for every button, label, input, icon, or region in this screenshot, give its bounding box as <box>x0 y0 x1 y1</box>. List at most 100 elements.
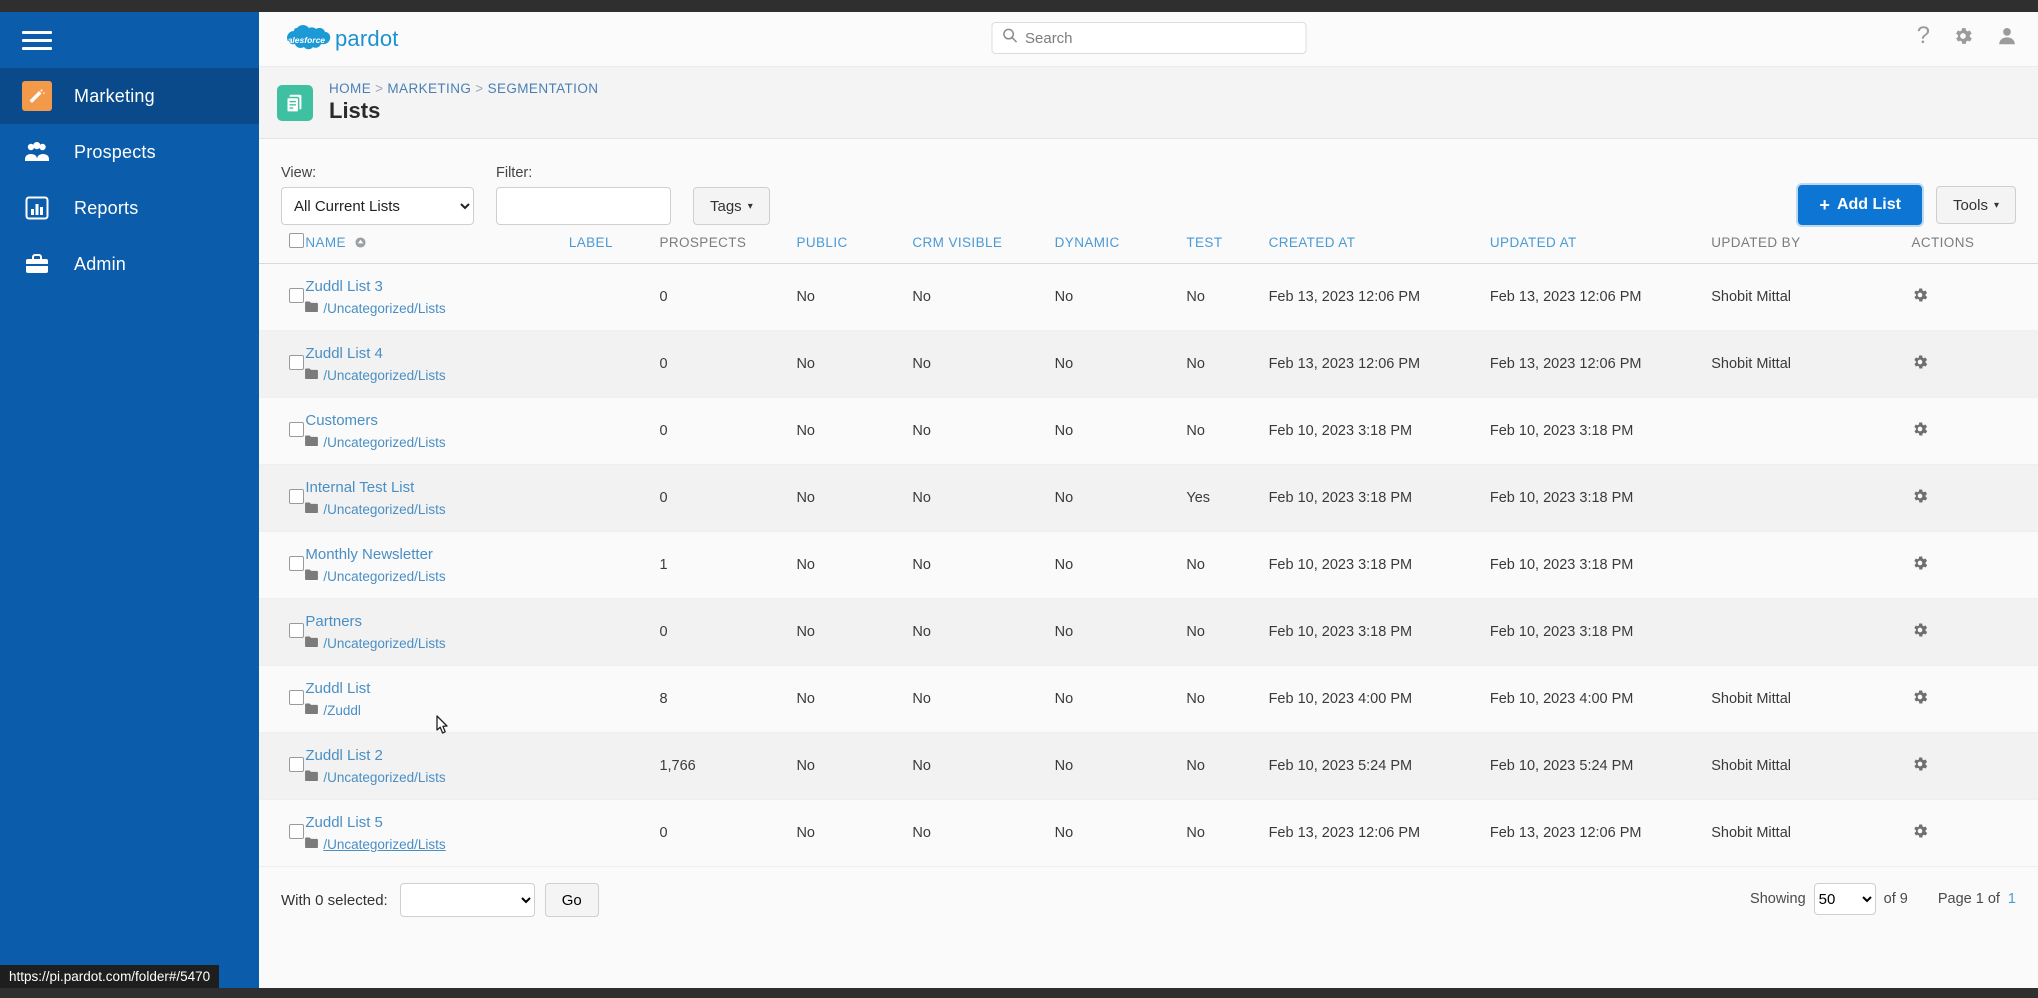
row-actions-gear-icon[interactable] <box>1911 688 1929 706</box>
page-size-select[interactable]: 50 <box>1814 883 1876 915</box>
sidebar-item-reports[interactable]: Reports <box>0 180 259 236</box>
column-header-label[interactable]: LABEL <box>569 225 660 264</box>
column-header-updated-at[interactable]: UPDATED AT <box>1490 225 1711 264</box>
row-actions-gear-icon[interactable] <box>1911 420 1929 438</box>
column-header-name[interactable]: NAME <box>305 225 568 264</box>
row-crm-visible-cell: No <box>912 331 1054 398</box>
folder-path-link[interactable]: /Uncategorized/Lists <box>323 435 445 450</box>
breadcrumb-home[interactable]: HOME <box>329 81 371 96</box>
tags-button[interactable]: Tags▾ <box>693 187 770 225</box>
table-row[interactable]: Customers/Uncategorized/Lists0NoNoNoNoFe… <box>259 398 2038 465</box>
sidebar-item-admin[interactable]: Admin <box>0 236 259 292</box>
list-name-link[interactable]: Zuddl List 3 <box>305 278 568 295</box>
table-row[interactable]: Zuddl List/Zuddl8NoNoNoNoFeb 10, 2023 4:… <box>259 666 2038 733</box>
folder-path-link[interactable]: /Uncategorized/Lists <box>323 502 445 517</box>
pardot-lists-page: Marketing Prospects <box>0 0 2038 998</box>
row-test-cell: No <box>1186 331 1268 398</box>
column-header-crm-visible[interactable]: CRM VISIBLE <box>912 225 1054 264</box>
row-actions-gear-icon[interactable] <box>1911 487 1929 505</box>
row-actions-gear-icon[interactable] <box>1911 755 1929 773</box>
row-checkbox[interactable] <box>289 489 304 504</box>
list-name-link[interactable]: Monthly Newsletter <box>305 546 568 563</box>
column-header-created-at[interactable]: CREATED AT <box>1269 225 1490 264</box>
folder-icon <box>305 434 318 450</box>
breadcrumb-segmentation[interactable]: SEGMENTATION <box>488 81 599 96</box>
list-name-link[interactable]: Internal Test List <box>305 479 568 496</box>
row-created-at-cell: Feb 10, 2023 3:18 PM <box>1269 532 1490 599</box>
list-name-link[interactable]: Zuddl List 5 <box>305 814 568 831</box>
folder-path-link[interactable]: /Uncategorized/Lists <box>323 837 445 852</box>
row-checkbox[interactable] <box>289 757 304 772</box>
table-row[interactable]: Zuddl List 5/Uncategorized/Lists0NoNoNoN… <box>259 800 2038 867</box>
row-actions-gear-icon[interactable] <box>1911 286 1929 304</box>
filter-input[interactable] <box>496 187 671 225</box>
chevron-down-icon: ▾ <box>748 201 753 212</box>
plus-icon: + <box>1819 195 1830 216</box>
row-checkbox[interactable] <box>289 690 304 705</box>
sidebar-item-marketing[interactable]: Marketing <box>0 68 259 124</box>
column-header-dynamic[interactable]: DYNAMIC <box>1055 225 1187 264</box>
row-updated-at-cell: Feb 10, 2023 5:24 PM <box>1490 733 1711 800</box>
help-icon[interactable]: ? <box>1917 24 1930 48</box>
row-name-cell: Zuddl List 5/Uncategorized/Lists <box>305 800 568 867</box>
folder-path-link[interactable]: /Uncategorized/Lists <box>323 569 445 584</box>
hamburger-menu-button[interactable] <box>0 12 259 68</box>
go-button[interactable]: Go <box>545 883 599 917</box>
column-header-test[interactable]: TEST <box>1186 225 1268 264</box>
page-total[interactable]: 1 <box>2008 891 2016 907</box>
folder-path-link[interactable]: /Uncategorized/Lists <box>323 301 445 316</box>
row-prospects-cell: 0 <box>659 599 796 666</box>
row-updated-by-cell: Shobit Mittal <box>1711 800 1911 867</box>
sidebar-item-prospects[interactable]: Prospects <box>0 124 259 180</box>
folder-path-link[interactable]: /Uncategorized/Lists <box>323 636 445 651</box>
list-name-link[interactable]: Zuddl List <box>305 680 568 697</box>
column-header-public[interactable]: PUBLIC <box>796 225 912 264</box>
row-updated-by-cell <box>1711 398 1911 465</box>
row-checkbox[interactable] <box>289 623 304 638</box>
row-actions-gear-icon[interactable] <box>1911 621 1929 639</box>
search-box[interactable] <box>991 22 1306 54</box>
breadcrumb-marketing[interactable]: MARKETING <box>387 81 471 96</box>
search-input[interactable] <box>1025 30 1295 47</box>
row-select-cell <box>259 800 305 867</box>
add-list-button[interactable]: + Add List <box>1798 185 1922 225</box>
table-row[interactable]: Zuddl List 2/Uncategorized/Lists1,766NoN… <box>259 733 2038 800</box>
select-all-checkbox[interactable] <box>289 233 304 248</box>
row-updated-at-cell: Feb 13, 2023 12:06 PM <box>1490 331 1711 398</box>
view-select[interactable]: All Current Lists <box>281 187 474 225</box>
folder-path: /Uncategorized/Lists <box>305 367 568 383</box>
tools-button-label: Tools <box>1953 197 1988 214</box>
folder-path-link[interactable]: /Uncategorized/Lists <box>323 368 445 383</box>
table-row[interactable]: Internal Test List/Uncategorized/Lists0N… <box>259 465 2038 532</box>
filter-control: Filter: <box>496 165 671 225</box>
add-list-label: Add List <box>1837 196 1901 214</box>
folder-path: /Uncategorized/Lists <box>305 568 568 584</box>
main-area: salesforce pardot ? <box>259 12 2038 988</box>
table-row[interactable]: Zuddl List 4/Uncategorized/Lists0NoNoNoN… <box>259 331 2038 398</box>
row-checkbox[interactable] <box>289 422 304 437</box>
list-name-link[interactable]: Partners <box>305 613 568 630</box>
row-updated-by-cell: Shobit Mittal <box>1711 331 1911 398</box>
sort-asc-icon <box>355 235 366 250</box>
row-checkbox[interactable] <box>289 355 304 370</box>
table-row[interactable]: Monthly Newsletter/Uncategorized/Lists1N… <box>259 532 2038 599</box>
tools-button[interactable]: Tools▾ <box>1936 186 2016 224</box>
table-row[interactable]: Zuddl List 3/Uncategorized/Lists0NoNoNoN… <box>259 264 2038 331</box>
folder-path-link[interactable]: /Zuddl <box>323 703 361 718</box>
row-checkbox[interactable] <box>289 556 304 571</box>
row-actions-gear-icon[interactable] <box>1911 353 1929 371</box>
list-name-link[interactable]: Customers <box>305 412 568 429</box>
list-name-link[interactable]: Zuddl List 2 <box>305 747 568 764</box>
row-actions-gear-icon[interactable] <box>1911 822 1929 840</box>
row-actions-gear-icon[interactable] <box>1911 554 1929 572</box>
table-row[interactable]: Partners/Uncategorized/Lists0NoNoNoNoFeb… <box>259 599 2038 666</box>
gear-icon[interactable] <box>1952 25 1974 47</box>
list-name-link[interactable]: Zuddl List 4 <box>305 345 568 362</box>
page-title: Lists <box>329 98 598 124</box>
status-bar-url: https://pi.pardot.com/folder#/5470 <box>0 965 219 988</box>
row-checkbox[interactable] <box>289 824 304 839</box>
bulk-action-select[interactable] <box>400 883 535 917</box>
folder-path-link[interactable]: /Uncategorized/Lists <box>323 770 445 785</box>
row-checkbox[interactable] <box>289 288 304 303</box>
user-avatar-icon[interactable] <box>1996 25 2018 47</box>
